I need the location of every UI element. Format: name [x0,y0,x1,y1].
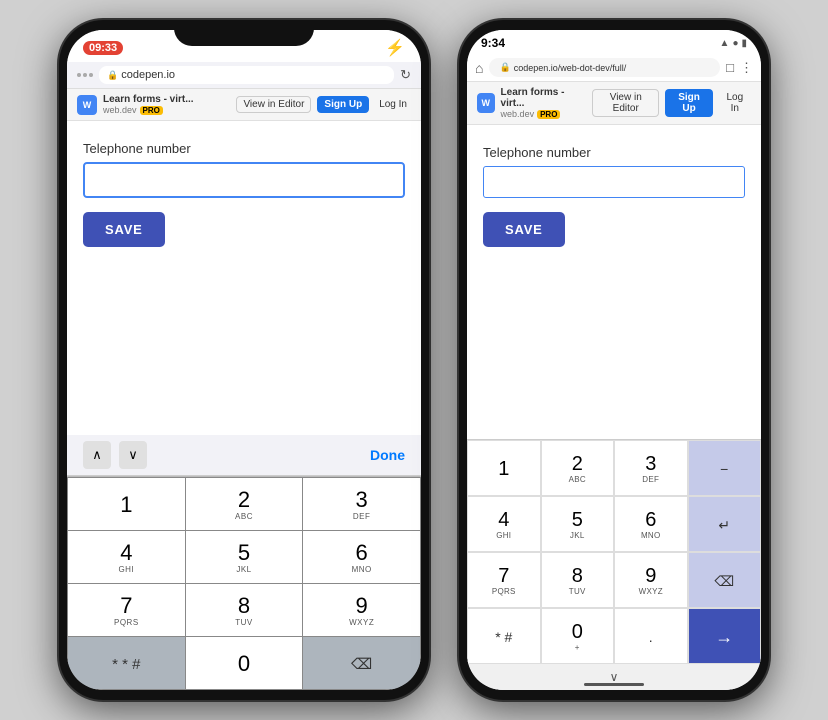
battery-icon: ⚡ [385,38,405,58]
phone-left: 09:33 ⚡ 🔒 codepen.io ↻ [59,20,429,700]
android-home-icon[interactable]: ⌂ [475,60,483,76]
android-menu-icon[interactable]: ⋮ [740,60,753,76]
toolbar-site-info-left: Learn forms - virt... web.dev PRO [103,94,194,115]
and-key-3[interactable]: 3 DEF [614,440,688,496]
and-key-0[interactable]: 0 + [541,608,615,664]
key-2[interactable]: 2 ABC [186,478,303,530]
toolbar-sub-right: web.dev PRO [501,109,580,119]
toolbar-site-info-right: Learn forms - virt... web.dev PRO [501,87,580,119]
ios-url-bar[interactable]: 🔒 codepen.io [99,66,394,84]
notch-left [174,20,314,46]
android-status-icons: ▲ ● ▮ [720,38,747,49]
ios-status-icons: ⚡ [385,38,405,58]
and-key-6[interactable]: 6 MNO [614,496,688,552]
wifi-icon: ▲ [720,38,730,49]
home-indicator-left [204,682,284,686]
ios-key-grid: 1 2 ABC 3 DEF 4 GHI [67,477,421,690]
signup-btn-left[interactable]: Sign Up [317,96,369,113]
ios-toolbar: W Learn forms - virt... web.dev PRO View… [67,89,421,121]
tel-label-right: Telephone number [483,145,745,160]
status-time-left: 09:33 [83,41,123,55]
key-5[interactable]: 5 JKL [186,531,303,583]
and-key-8[interactable]: 8 TUV [541,552,615,608]
key-1[interactable]: 1 [68,478,185,530]
signal-icon: ● [732,38,738,49]
android-action-icons: □ ⋮ [726,60,753,76]
ios-keyboard: 1 2 ABC 3 DEF 4 GHI [67,476,421,690]
and-key-minus[interactable]: − [688,440,762,496]
and-key-go[interactable]: → [688,608,762,664]
phone-right: 9:34 ▲ ● ▮ ⌂ 🔒 codepen.io/web-dot-dev/fu… [459,20,769,700]
screen-right: 9:34 ▲ ● ▮ ⌂ 🔒 codepen.io/web-dot-dev/fu… [467,30,761,690]
android-status-bar: 9:34 ▲ ● ▮ [467,30,761,54]
and-key-2[interactable]: 2 ABC [541,440,615,496]
save-btn-right[interactable]: SAVE [483,212,565,247]
android-lock-icon: 🔒 [499,62,510,73]
and-key-star-hash[interactable]: * # [467,608,541,664]
kb-arrow-up[interactable]: ∧ [83,441,111,469]
android-tabs-icon[interactable]: □ [726,60,734,75]
toolbar-logo-left: W [77,95,97,115]
and-key-backspace[interactable]: ⌫ [688,552,762,608]
key-6[interactable]: 6 MNO [303,531,420,583]
login-btn-right[interactable]: Log In [719,90,751,116]
view-in-editor-btn-left[interactable]: View in Editor [236,96,311,113]
android-home-indicator [584,683,644,686]
key-4[interactable]: 4 GHI [68,531,185,583]
toolbar-sub-left: web.dev PRO [103,105,194,115]
android-keyboard: 1 2 ABC 3 DEF − 4 [467,439,761,690]
and-key-dot[interactable]: . [614,608,688,664]
ios-url-text: codepen.io [121,69,175,81]
save-btn-left[interactable]: SAVE [83,212,165,247]
view-in-editor-btn-right[interactable]: View in Editor [592,89,659,117]
ios-browser-bar[interactable]: 🔒 codepen.io ↻ [67,62,421,89]
ios-keyboard-nav: ∧ ∨ Done [67,435,421,476]
browser-dots [77,73,93,77]
tel-input-left[interactable] [83,162,405,198]
pro-badge-left: PRO [140,106,163,115]
screen-left: 09:33 ⚡ 🔒 codepen.io ↻ [67,30,421,690]
android-url-text: codepen.io/web-dot-dev/full/ [514,63,627,73]
key-8[interactable]: 8 TUV [186,584,303,636]
and-key-9[interactable]: 9 WXYZ [614,552,688,608]
android-bottom-bar: ∨ [467,664,761,690]
key-sym[interactable]: * * # [68,637,185,689]
key-9[interactable]: 9 WXYZ [303,584,420,636]
and-key-5[interactable]: 5 JKL [541,496,615,552]
key-7[interactable]: 7 PQRS [68,584,185,636]
kb-done-btn[interactable]: Done [370,447,405,463]
toolbar-logo-right: W [477,93,495,113]
android-toolbar: W Learn forms - virt... web.dev PRO View… [467,82,761,125]
android-browser-bar[interactable]: ⌂ 🔒 codepen.io/web-dot-dev/full/ □ ⋮ [467,54,761,82]
phones-container: 09:33 ⚡ 🔒 codepen.io ↻ [0,0,828,720]
tel-input-right[interactable] [483,166,745,198]
signup-btn-right[interactable]: Sign Up [665,89,712,117]
and-key-1[interactable]: 1 [467,440,541,496]
toolbar-site-name-left: Learn forms - virt... [103,94,194,105]
key-3[interactable]: 3 DEF [303,478,420,530]
kb-arrow-down[interactable]: ∨ [119,441,147,469]
and-key-7[interactable]: 7 PQRS [467,552,541,608]
key-delete[interactable]: ⌫ [303,637,420,689]
android-chevron-down: ∨ [610,670,619,684]
and-key-4[interactable]: 4 GHI [467,496,541,552]
android-time: 9:34 [481,36,505,50]
android-page-content: Telephone number SAVE [467,125,761,439]
ios-page-content: Telephone number SAVE [67,121,421,435]
tel-label-left: Telephone number [83,141,405,156]
android-key-grid: 1 2 ABC 3 DEF − 4 [467,440,761,664]
pro-badge-right: PRO [537,110,560,119]
kb-nav-arrows[interactable]: ∧ ∨ [83,441,147,469]
lock-icon: 🔒 [107,70,118,81]
login-btn-left[interactable]: Log In [375,97,411,112]
battery-icon-android: ▮ [741,38,747,49]
toolbar-site-name-right: Learn forms - virt... [501,87,580,109]
and-key-enter[interactable]: ↵ [688,496,762,552]
android-url-bar[interactable]: 🔒 codepen.io/web-dot-dev/full/ [489,58,720,77]
reload-button[interactable]: ↻ [400,67,411,83]
